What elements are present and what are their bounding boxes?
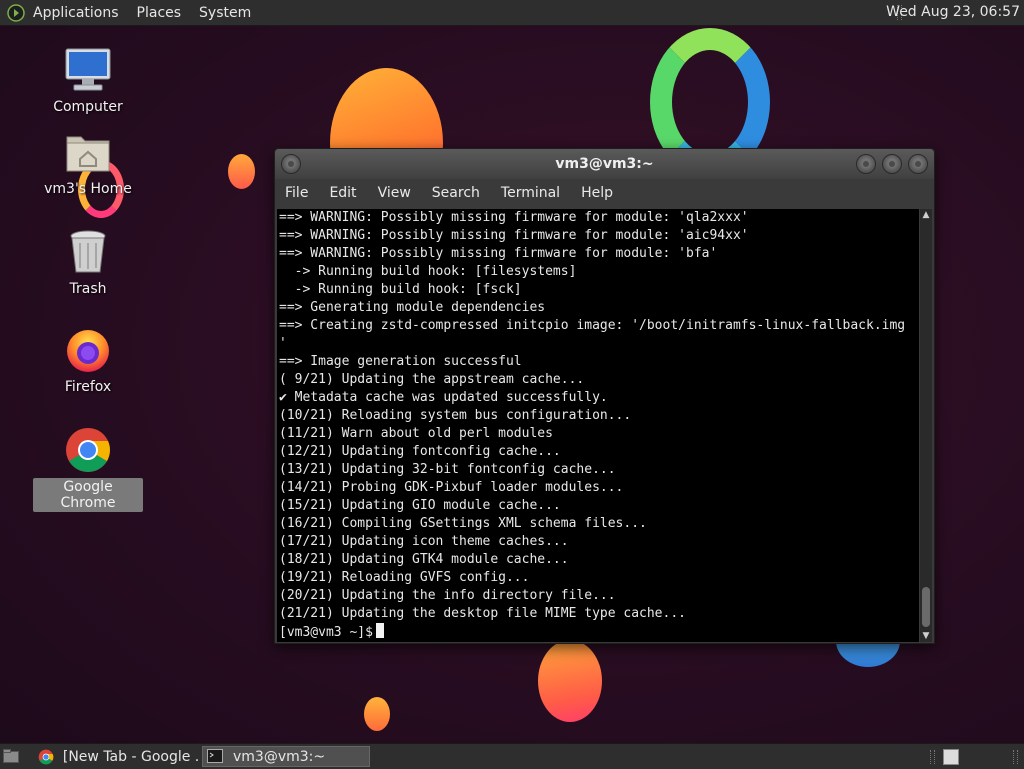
terminal-line: ==> WARNING: Possibly missing firmware f… <box>279 228 749 243</box>
menu-view[interactable]: View <box>378 185 411 201</box>
terminal-line: (21/21) Updating the desktop file MIME t… <box>279 606 686 621</box>
terminal-scrollbar[interactable]: ▲ ▼ <box>920 209 932 642</box>
bottom-panel: [New Tab - Google ... vm3@vm3:~ <box>0 743 1024 769</box>
terminal-icon <box>207 748 225 765</box>
top-panel: Applications Places System Wed Aug 23, 0… <box>0 0 1024 26</box>
terminal-line: (13/21) Updating 32-bit fontconfig cache… <box>279 462 616 477</box>
terminal-line: -> Running build hook: [fsck] <box>279 282 522 297</box>
terminal-line: (12/21) Updating fontconfig cache... <box>279 444 561 459</box>
window-titlebar[interactable]: vm3@vm3:~ <box>275 149 934 179</box>
wallpaper-small-blob <box>364 697 390 731</box>
wallpaper-orange-blob <box>538 640 602 722</box>
terminal-line: ==> Creating zstd-compressed initcpio im… <box>279 318 906 333</box>
terminal-line: ==> Generating module dependencies <box>279 300 546 315</box>
firefox-icon <box>64 326 112 374</box>
terminal-line: (10/21) Reloading system bus configurati… <box>279 408 632 423</box>
home-folder-icon <box>64 128 112 176</box>
terminal-line: (15/21) Updating GIO module cache... <box>279 498 561 513</box>
computer-icon <box>64 46 112 94</box>
menu-terminal[interactable]: Terminal <box>501 185 560 201</box>
terminal-line: (14/21) Probing GDK-Pixbuf loader module… <box>279 480 624 495</box>
menu-search[interactable]: Search <box>432 185 480 201</box>
window-title: vm3@vm3:~ <box>555 156 654 172</box>
terminal-line: ( 9/21) Updating the appstream cache... <box>279 372 585 387</box>
close-button[interactable] <box>908 154 928 174</box>
taskbar-item-chrome[interactable]: [New Tab - Google ... <box>34 746 200 767</box>
scroll-up-arrow-icon[interactable]: ▲ <box>920 209 932 221</box>
terminal-window[interactable]: vm3@vm3:~ File Edit View Search Terminal… <box>274 148 935 644</box>
desktop-icon-computer[interactable]: Computer <box>33 46 143 116</box>
desktop-icon-label: Google Chrome <box>33 478 143 512</box>
terminal-line: (19/21) Reloading GVFS config... <box>279 570 530 585</box>
terminal-line: (18/21) Updating GTK4 module cache... <box>279 552 569 567</box>
desktop-icon-label: vm3's Home <box>44 181 132 197</box>
desktop-icon-label: Trash <box>69 281 107 297</box>
system-menu[interactable]: System <box>199 5 251 21</box>
taskbar-item-label: [New Tab - Google ... <box>62 748 200 765</box>
maximize-button[interactable] <box>882 154 902 174</box>
desktop-icon-label: Computer <box>53 99 123 115</box>
terminal-line: (17/21) Updating icon theme caches... <box>279 534 569 549</box>
minimize-button[interactable] <box>856 154 876 174</box>
taskbar-item-terminal[interactable]: vm3@vm3:~ <box>202 746 370 767</box>
terminal-output[interactable]: ==> WARNING: Possibly missing firmware f… <box>277 209 919 642</box>
menu-file[interactable]: File <box>285 185 308 201</box>
terminal-menubar: File Edit View Search Terminal Help <box>275 179 934 207</box>
applications-menu[interactable]: Applications <box>33 5 119 21</box>
terminal-line: ==> Image generation successful <box>279 354 522 369</box>
taskbar-item-label: vm3@vm3:~ <box>233 748 326 765</box>
desktop-icon-firefox[interactable]: Firefox <box>33 326 143 396</box>
chrome-icon <box>38 749 57 765</box>
menu-edit[interactable]: Edit <box>329 185 356 201</box>
clock[interactable]: Wed Aug 23, 06:57 <box>886 4 1020 20</box>
trash-icon <box>64 228 112 276</box>
menu-help[interactable]: Help <box>581 185 613 201</box>
terminal-line: ' <box>279 336 287 351</box>
shell-prompt: [vm3@vm3 ~]$ <box>279 625 373 640</box>
terminal-line: ==> WARNING: Possibly missing firmware f… <box>279 246 718 261</box>
desktop-icon-trash[interactable]: Trash <box>33 228 143 298</box>
desktop-icon-chrome[interactable]: Google Chrome <box>33 426 143 512</box>
places-menu[interactable]: Places <box>137 5 182 21</box>
chrome-icon <box>64 426 112 474</box>
terminal-line: ✔ Metadata cache was updated successfull… <box>279 390 608 405</box>
terminal-line: ==> WARNING: Possibly missing firmware f… <box>279 210 749 225</box>
scrollbar-thumb[interactable] <box>922 587 930 627</box>
wallpaper-small-blob <box>228 154 255 189</box>
workspace-switcher[interactable] <box>943 749 959 765</box>
text-cursor <box>375 623 384 638</box>
terminal-prompt-line[interactable]: [vm3@vm3 ~]$ <box>279 623 919 641</box>
gnome-foot-icon[interactable] <box>7 3 25 22</box>
terminal-line: (16/21) Compiling GSettings XML schema f… <box>279 516 647 531</box>
panel-handle <box>1013 750 1018 764</box>
desktop-icon-home[interactable]: vm3's Home <box>33 128 143 198</box>
terminal-line: -> Running build hook: [filesystems] <box>279 264 577 279</box>
panel-handle <box>930 750 935 764</box>
desktop-icon-label: Firefox <box>64 379 112 395</box>
scroll-down-arrow-icon[interactable]: ▼ <box>920 630 932 642</box>
terminal-line: (11/21) Warn about old perl modules <box>279 426 553 441</box>
terminal-line: (20/21) Updating the info directory file… <box>279 588 616 603</box>
show-desktop-icon[interactable] <box>3 749 19 763</box>
